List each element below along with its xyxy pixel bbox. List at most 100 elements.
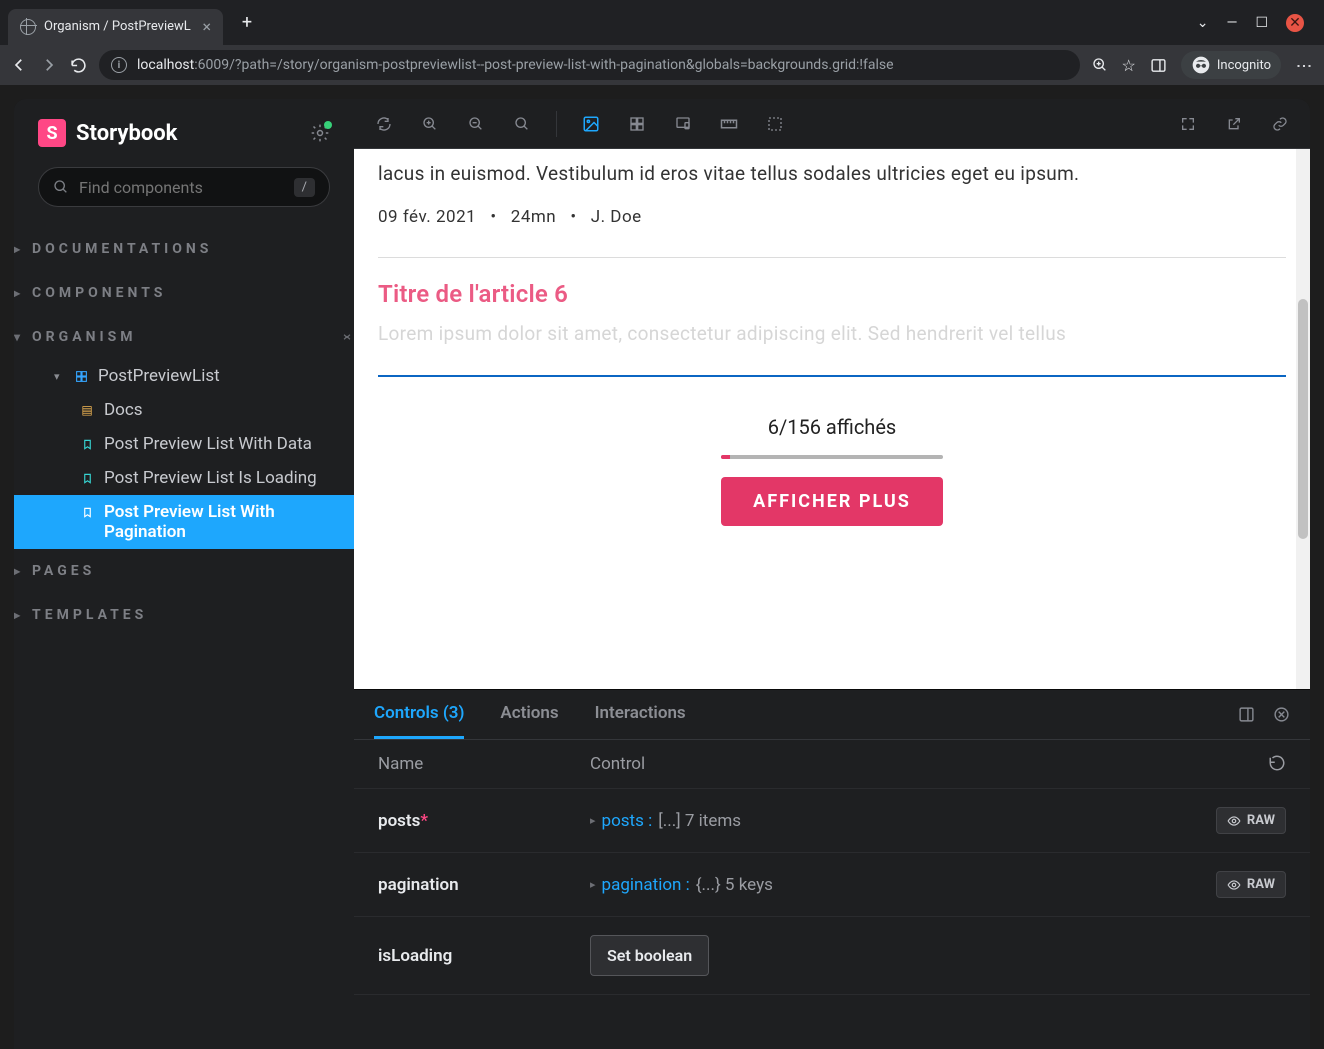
bookmark-icon [80,506,94,519]
article-excerpt-faded: Lorem ipsum dolor sit amet, consectetur … [354,308,1310,345]
address-bar-actions: ☆ Incognito ⋮ [1092,51,1314,79]
storybook-logo-icon: S [38,119,66,147]
control-value-pagination[interactable]: ▸ pagination : {...} 5 keys [590,875,1216,895]
tab-controls[interactable]: Controls (3) [374,690,464,739]
section-components[interactable]: ▸COMPONENTS [14,271,354,315]
bookmark-icon [80,438,94,451]
control-row-posts: posts* ▸ posts : [...] 7 items RAW [354,789,1310,853]
site-info-icon[interactable]: i [111,57,127,73]
chevron-right-icon: ▸ [14,286,24,300]
collapse-icon[interactable] [340,330,354,344]
control-name: posts* [378,811,590,831]
post-excerpt: lacus in euismod. Vestibulum id eros vit… [378,159,1286,189]
tree-item-docs[interactable]: ▤ Docs [14,393,354,427]
storybook-app: S Storybook / ▸DOCUMENTATIONS ▸COMPONENT… [14,99,1310,1049]
control-name: pagination [378,875,590,895]
incognito-badge[interactable]: Incognito [1181,51,1281,79]
link-icon[interactable] [1268,112,1292,136]
fullscreen-icon[interactable] [1176,112,1200,136]
address-bar: i localhost:6009/?path=/story/organism-p… [0,45,1324,85]
grid-icon[interactable] [625,112,649,136]
pagination-counter: 6/156 affichés [354,415,1310,439]
browser-tab[interactable]: Organism / PostPreviewL × [8,9,223,45]
scrollbar-thumb[interactable] [1298,299,1308,539]
load-more-button[interactable]: AFFICHER PLUS [721,477,943,526]
chevron-down-icon: ▾ [54,370,64,383]
zoom-reset-icon[interactable] [510,112,534,136]
tab-interactions[interactable]: Interactions [595,690,686,739]
zoom-out-icon[interactable] [464,112,488,136]
outline-icon[interactable] [763,112,787,136]
bookmark-icon[interactable]: ☆ [1122,56,1136,75]
sidebar: S Storybook / ▸DOCUMENTATIONS ▸COMPONENT… [14,99,354,1049]
tree-item-with-pagination[interactable]: Post Preview List With Pagination [14,495,354,549]
chevron-down-icon[interactable]: ⌄ [1197,15,1209,31]
addon-tabs: Controls (3) Actions Interactions [354,690,1310,740]
background-icon[interactable] [579,112,603,136]
control-name: isLoading [378,946,590,966]
maximize-icon[interactable]: ☐ [1255,15,1268,31]
sync-icon[interactable] [372,112,396,136]
reset-controls-button[interactable] [1268,754,1286,774]
url-input[interactable]: i localhost:6009/?path=/story/organism-p… [99,50,1080,80]
search-icon [53,179,69,195]
divider [378,257,1286,258]
search-input[interactable] [79,178,284,197]
pagination-progress [721,455,943,459]
article-title[interactable]: Titre de l'article 6 [354,280,1310,308]
browser-chrome: Organism / PostPreviewL × + ⌄ ― ☐ ✕ i lo… [0,0,1324,85]
addon-close-icon[interactable] [1273,706,1290,723]
settings-button[interactable] [310,123,330,143]
back-button[interactable] [10,56,28,74]
tab-bar: Organism / PostPreviewL × + ⌄ ― ☐ ✕ [0,0,1324,45]
document-icon: ▤ [80,403,94,417]
eye-icon [1227,814,1241,828]
tree-item-postpreviewlist[interactable]: ▾ PostPreviewList [14,359,354,393]
tree-item-with-data[interactable]: Post Preview List With Data [14,427,354,461]
pagination-block: 6/156 affichés AFFICHER PLUS [354,415,1310,526]
addons-panel: Controls (3) Actions Interactions Name C… [354,689,1310,1049]
window-controls: ⌄ ― ☐ ✕ [1197,14,1316,32]
control-value-posts[interactable]: ▸ posts : [...] 7 items [590,811,1216,831]
controls-header: Name Control [354,740,1310,789]
browser-menu-icon[interactable]: ⋮ [1295,58,1314,72]
section-organism[interactable]: ▾ORGANISM [14,315,354,359]
tree-item-is-loading[interactable]: Post Preview List Is Loading [14,461,354,495]
minimize-icon[interactable]: ― [1227,15,1238,31]
canvas-toolbar [354,99,1310,149]
close-window-icon[interactable]: ✕ [1286,14,1304,32]
raw-toggle-button[interactable]: RAW [1216,807,1286,834]
section-pages[interactable]: ▸PAGES [14,549,354,593]
storybook-logo[interactable]: S Storybook [38,119,177,147]
forward-button[interactable] [40,56,58,74]
close-tab-icon[interactable]: × [202,17,211,36]
zoom-icon[interactable] [1092,57,1108,73]
viewport-icon[interactable] [671,112,695,136]
open-external-icon[interactable] [1222,112,1246,136]
incognito-icon [1191,55,1211,75]
component-icon [74,370,88,383]
sidebar-header: S Storybook [14,119,354,147]
search-shortcut: / [294,178,315,197]
section-templates[interactable]: ▸TEMPLATES [14,593,354,637]
tab-actions[interactable]: Actions [500,690,558,739]
section-documentations[interactable]: ▸DOCUMENTATIONS [14,227,354,271]
post-meta: 09 fév. 2021 • 24mn • J. Doe [378,207,1286,227]
raw-toggle-button[interactable]: RAW [1216,871,1286,898]
zoom-in-icon[interactable] [418,112,442,136]
chevron-right-icon: ▸ [14,608,24,622]
scrollbar[interactable] [1296,149,1310,689]
search-box[interactable]: / [38,167,330,207]
control-row-pagination: pagination ▸ pagination : {...} 5 keys R… [354,853,1310,917]
addon-panel-position-icon[interactable] [1238,706,1255,723]
control-row-isloading: isLoading Set boolean [354,917,1310,995]
notification-dot-icon [324,121,332,129]
reload-button[interactable] [70,57,87,74]
panel-icon[interactable] [1150,57,1167,74]
chevron-down-icon: ▾ [14,330,24,344]
url-text: localhost:6009/?path=/story/organism-pos… [137,57,894,73]
measure-icon[interactable] [717,112,741,136]
new-tab-button[interactable]: + [233,9,261,37]
chevron-right-icon: ▸ [14,564,24,578]
set-boolean-button[interactable]: Set boolean [590,935,709,976]
